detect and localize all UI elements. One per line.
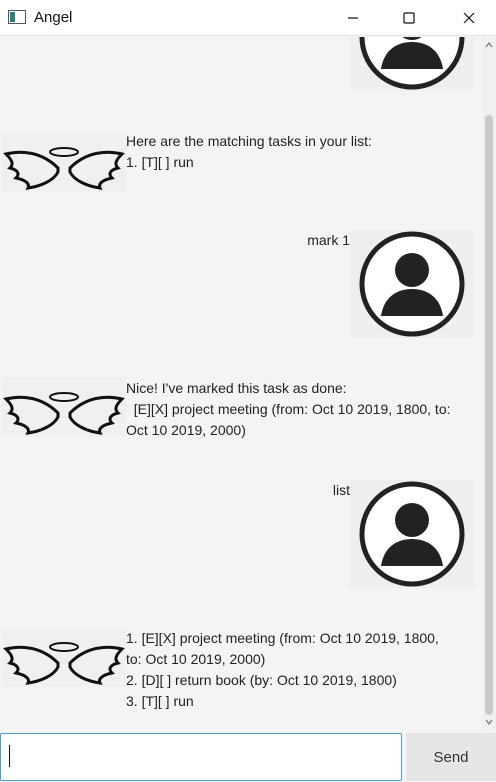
- bot-avatar: [2, 627, 126, 687]
- text-caret: [9, 745, 10, 767]
- angel-wings-icon: [3, 392, 125, 435]
- scroll-up-icon[interactable]: [485, 41, 493, 49]
- bot-message: Nice! I've marked this task as done: [E]…: [126, 380, 451, 438]
- close-button[interactable]: [446, 0, 492, 36]
- send-button[interactable]: Send: [406, 733, 496, 781]
- maximize-button[interactable]: [386, 0, 432, 36]
- user-icon: [359, 37, 465, 90]
- user-icon: [359, 231, 465, 337]
- bot-avatar: [2, 132, 126, 192]
- user-message: mark 1: [307, 232, 350, 248]
- scroll-down-icon[interactable]: [485, 718, 493, 726]
- vertical-scrollbar[interactable]: [482, 37, 496, 730]
- bot-avatar: [2, 377, 126, 437]
- scrollbar-thumb[interactable]: [485, 115, 493, 715]
- user-input[interactable]: [0, 733, 402, 781]
- dialog-container[interactable]: Here are the matching tasks in your list…: [0, 37, 482, 730]
- angel-wings-icon: [3, 642, 125, 685]
- input-row: Send: [0, 732, 496, 782]
- minimize-icon: [348, 17, 358, 19]
- minimize-button[interactable]: [330, 0, 376, 36]
- angel-wings-icon: [3, 147, 125, 190]
- user-avatar: [350, 230, 474, 338]
- bot-message: Here are the matching tasks in your list…: [126, 133, 372, 170]
- user-avatar: [350, 37, 474, 91]
- user-avatar: [350, 480, 474, 588]
- bot-message: 1. [E][X] project meeting (from: Oct 10 …: [126, 630, 439, 709]
- window-title: Angel: [34, 9, 73, 26]
- maximize-icon: [403, 12, 415, 24]
- user-icon: [359, 481, 465, 587]
- title-bar: Angel: [0, 0, 496, 36]
- close-icon: [463, 12, 475, 24]
- user-message: list: [332, 482, 350, 498]
- app-icon: [8, 10, 26, 24]
